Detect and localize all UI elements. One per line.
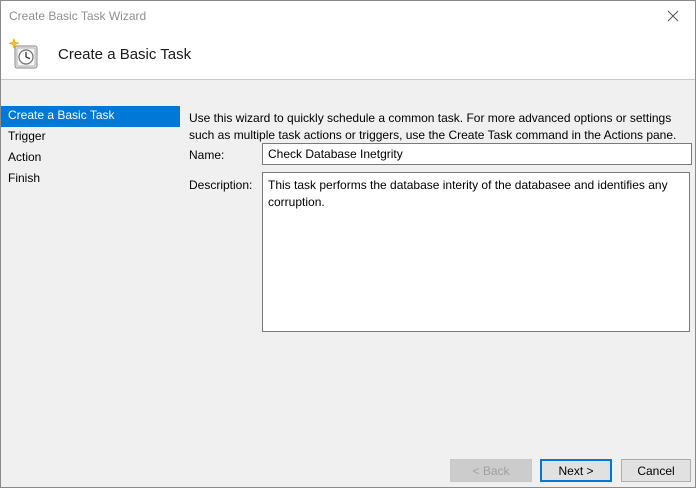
sidebar-item-create-basic-task[interactable]: Create a Basic Task bbox=[1, 106, 180, 127]
sidebar-item-action[interactable]: Action bbox=[1, 148, 180, 169]
cancel-button[interactable]: Cancel bbox=[621, 459, 691, 482]
page-title: Create a Basic Task bbox=[58, 46, 192, 63]
task-scheduler-clock-icon bbox=[8, 38, 38, 69]
name-label: Name: bbox=[189, 148, 225, 162]
sidebar-item-label: Action bbox=[8, 150, 42, 164]
sidebar-item-label: Create a Basic Task bbox=[8, 108, 115, 122]
close-button[interactable] bbox=[651, 1, 695, 31]
description-label: Description: bbox=[189, 178, 253, 192]
wizard-header: Create a Basic Task bbox=[1, 31, 695, 79]
intro-text: Use this wizard to quickly schedule a co… bbox=[189, 111, 677, 142]
sidebar-item-trigger[interactable]: Trigger bbox=[1, 127, 180, 148]
sidebar-item-label: Trigger bbox=[8, 129, 46, 143]
name-field[interactable]: Check Database Inetgrity bbox=[262, 143, 692, 165]
wizard-steps-sidebar: Create a Basic Task Trigger Action Finis… bbox=[1, 106, 180, 190]
header-divider bbox=[1, 79, 695, 80]
close-icon bbox=[667, 10, 679, 22]
description-field[interactable]: This task performs the database interity… bbox=[262, 172, 690, 332]
window-title: Create Basic Task Wizard bbox=[9, 9, 147, 23]
next-button[interactable]: Next > bbox=[540, 459, 612, 482]
sidebar-item-label: Finish bbox=[8, 171, 41, 185]
wizard-window: Create Basic Task Wizard Create a Basic … bbox=[0, 0, 696, 488]
title-bar: Create Basic Task Wizard bbox=[1, 1, 695, 31]
back-button[interactable]: < Back bbox=[450, 459, 532, 482]
sidebar-item-finish[interactable]: Finish bbox=[1, 169, 180, 190]
